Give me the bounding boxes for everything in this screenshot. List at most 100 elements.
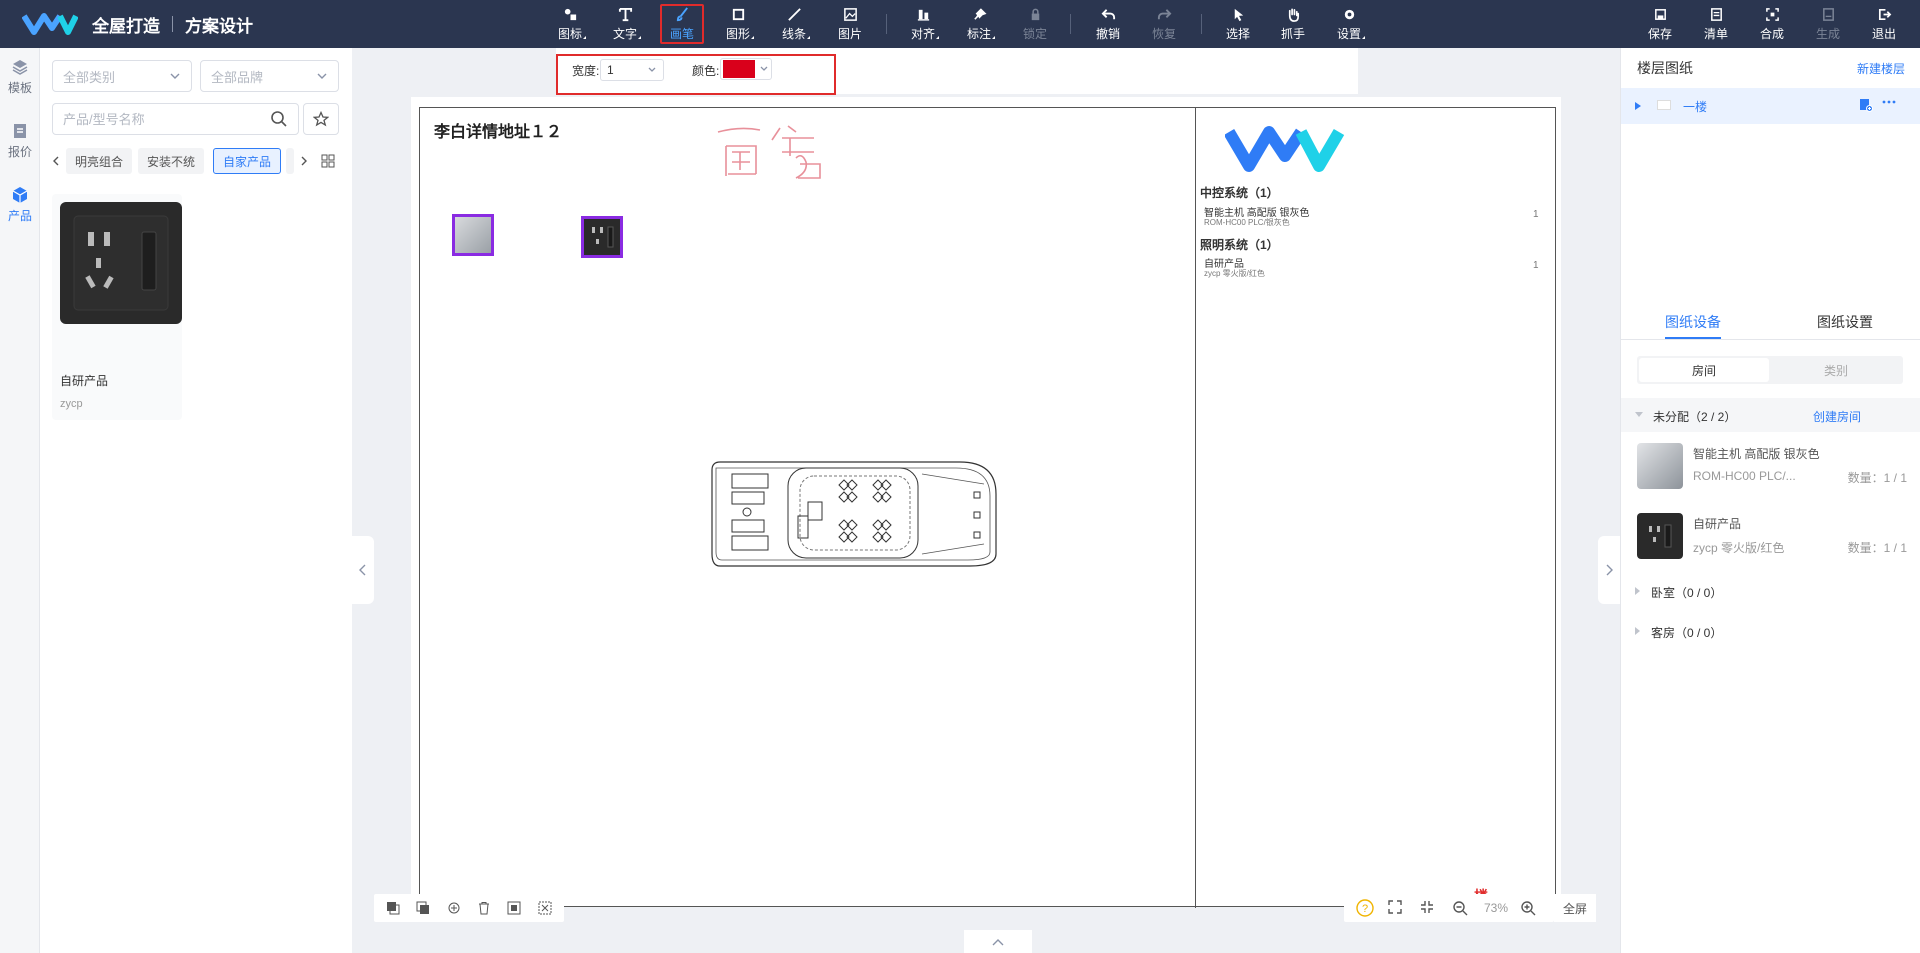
delete-button[interactable]: [476, 900, 492, 916]
legend-item-code: ROM-HC00 PLC/银灰色: [1204, 218, 1290, 227]
tool-align[interactable]: 对齐: [901, 4, 945, 44]
ungroup-icon: [538, 901, 552, 915]
exit-icon: [1878, 8, 1891, 20]
pen-color-picker[interactable]: [720, 58, 772, 80]
image-icon: [843, 7, 857, 21]
chip-own-products[interactable]: 自家产品: [213, 148, 282, 174]
list-button[interactable]: 清单: [1694, 4, 1738, 44]
pen-options-highlight: 宽度: 1 颜色:: [556, 54, 836, 95]
icon-library-icon: [564, 8, 576, 20]
collapse-right-panel-button[interactable]: [1598, 536, 1620, 604]
group-button[interactable]: [506, 900, 522, 916]
floor-item[interactable]: 一楼: [1621, 88, 1920, 124]
rail-label: 报价: [7, 145, 32, 159]
tool-image[interactable]: 图片: [828, 4, 872, 44]
device-socket[interactable]: [581, 216, 623, 258]
add-floor-page-button[interactable]: [1859, 98, 1873, 115]
select-value: 1: [607, 63, 614, 77]
tab-plan-settings[interactable]: 图纸设置: [1817, 312, 1873, 332]
chevron-down-icon: [317, 73, 327, 79]
tool-undo[interactable]: 撤销: [1086, 4, 1130, 44]
tool-line[interactable]: 线条: [772, 4, 816, 44]
search-input[interactable]: [63, 111, 253, 127]
list-item[interactable]: 智能主机 高配版 银灰色 ROM-HC00 PLC/... 数量：1 / 1: [1637, 443, 1907, 495]
expand-bottom-panel-button[interactable]: [964, 930, 1032, 953]
chips-prev-button[interactable]: [50, 148, 62, 174]
ungroup-button[interactable]: [537, 900, 553, 916]
redo-icon: [1157, 8, 1171, 19]
brand-logo-icon: [1225, 126, 1345, 172]
zoom-out-button[interactable]: [1452, 900, 1468, 919]
caret-right-icon: [1635, 587, 1640, 595]
layer-tools: [374, 894, 564, 922]
new-floor-link[interactable]: 新建楼层: [1857, 60, 1905, 77]
canvas-area: 宽度: 1 颜色: 李白详情地址１２ 画笔: [352, 48, 1620, 953]
app-subtitle: 方案设计: [185, 16, 253, 36]
create-room-link[interactable]: 创建房间: [1813, 408, 1861, 425]
rail-item-quote[interactable]: 报价: [0, 122, 40, 160]
segment-room[interactable]: 房间: [1639, 358, 1769, 382]
caret-down-icon: [1635, 412, 1643, 417]
tool-text[interactable]: 文字: [603, 4, 647, 44]
legend-heading: 中控系统（1）: [1200, 186, 1279, 200]
favorite-button[interactable]: [303, 103, 339, 135]
floor-plan-drawing: [711, 461, 997, 567]
actual-size-button[interactable]: [1420, 900, 1434, 917]
group-label: 客房（0 / 0）: [1651, 626, 1723, 640]
chip-install[interactable]: 安装不统: [138, 148, 205, 174]
list-item[interactable]: 自研产品 zycp 零火版/红色 数量：1 / 1: [1637, 513, 1907, 565]
search-icon[interactable]: [270, 110, 288, 128]
chevron-down-icon: [760, 66, 768, 71]
pen-width-select[interactable]: 1: [600, 59, 664, 81]
product-search: [52, 103, 299, 135]
select-value: 全部品牌: [211, 69, 264, 85]
more-options-button[interactable]: [1881, 94, 1897, 113]
group-guest-room[interactable]: 客房（0 / 0）: [1621, 614, 1920, 648]
tool-brush[interactable]: 画笔: [660, 4, 704, 44]
bring-front-button[interactable]: [385, 900, 401, 916]
collapse-left-panel-button[interactable]: [352, 536, 374, 604]
rail-item-product[interactable]: 产品: [0, 186, 40, 224]
tool-shape[interactable]: 图形: [716, 4, 760, 44]
tool-settings[interactable]: 设置: [1327, 4, 1371, 44]
item-qty: 数量：1 / 1: [1847, 541, 1907, 555]
copy-button[interactable]: [446, 900, 462, 916]
product-card[interactable]: 自研产品 zycp: [52, 194, 182, 420]
socket-icon: [592, 226, 614, 248]
send-back-button[interactable]: [415, 900, 431, 916]
chips-next-button[interactable]: [298, 148, 310, 174]
brand: 全屋打造 方案设计: [22, 0, 253, 48]
compose-button[interactable]: 合成: [1750, 4, 1794, 44]
group-unassigned[interactable]: 未分配（2 / 2） 创建房间: [1621, 398, 1920, 432]
zoom-level: 73%: [1484, 901, 1509, 915]
exit-button[interactable]: 退出: [1862, 4, 1906, 44]
tab-plan-devices[interactable]: 图纸设备: [1665, 312, 1721, 332]
tool-label: 抓手: [1280, 26, 1305, 41]
lock-icon: [1031, 8, 1039, 20]
toolbar-divider: [1070, 14, 1071, 34]
fullscreen-button[interactable]: 全屏: [1554, 894, 1596, 922]
tool-label: 选择: [1225, 26, 1250, 41]
tool-annotate[interactable]: 标注: [957, 4, 1001, 44]
fit-screen-button[interactable]: [1388, 900, 1402, 917]
drawing-paper[interactable]: 李白详情地址１２ 画笔: [411, 97, 1561, 908]
group-bedroom[interactable]: 卧室（0 / 0）: [1621, 574, 1920, 608]
tool-lock[interactable]: 锁定: [1013, 4, 1057, 44]
generate-button[interactable]: 生成: [1806, 4, 1850, 44]
align-icon: [917, 9, 929, 21]
tool-redo[interactable]: 恢复: [1142, 4, 1186, 44]
trash-icon: [479, 902, 490, 915]
category-select[interactable]: 全部类别: [52, 60, 192, 92]
brand-select[interactable]: 全部品牌: [200, 60, 339, 92]
rail-item-template[interactable]: 模板: [0, 58, 40, 96]
zoom-in-button[interactable]: [1520, 900, 1536, 919]
help-button[interactable]: ?: [1356, 899, 1374, 920]
tool-select[interactable]: 选择: [1216, 4, 1260, 44]
segment-category[interactable]: 类别: [1771, 358, 1901, 382]
grid-view-button[interactable]: [318, 148, 338, 174]
save-button[interactable]: 保存: [1638, 4, 1682, 44]
tool-hand[interactable]: 抓手: [1271, 4, 1315, 44]
device-smart-host[interactable]: [452, 214, 494, 256]
chip-bright-combo[interactable]: 明亮组合: [66, 148, 133, 174]
tool-icon-library[interactable]: 图标: [548, 4, 592, 44]
